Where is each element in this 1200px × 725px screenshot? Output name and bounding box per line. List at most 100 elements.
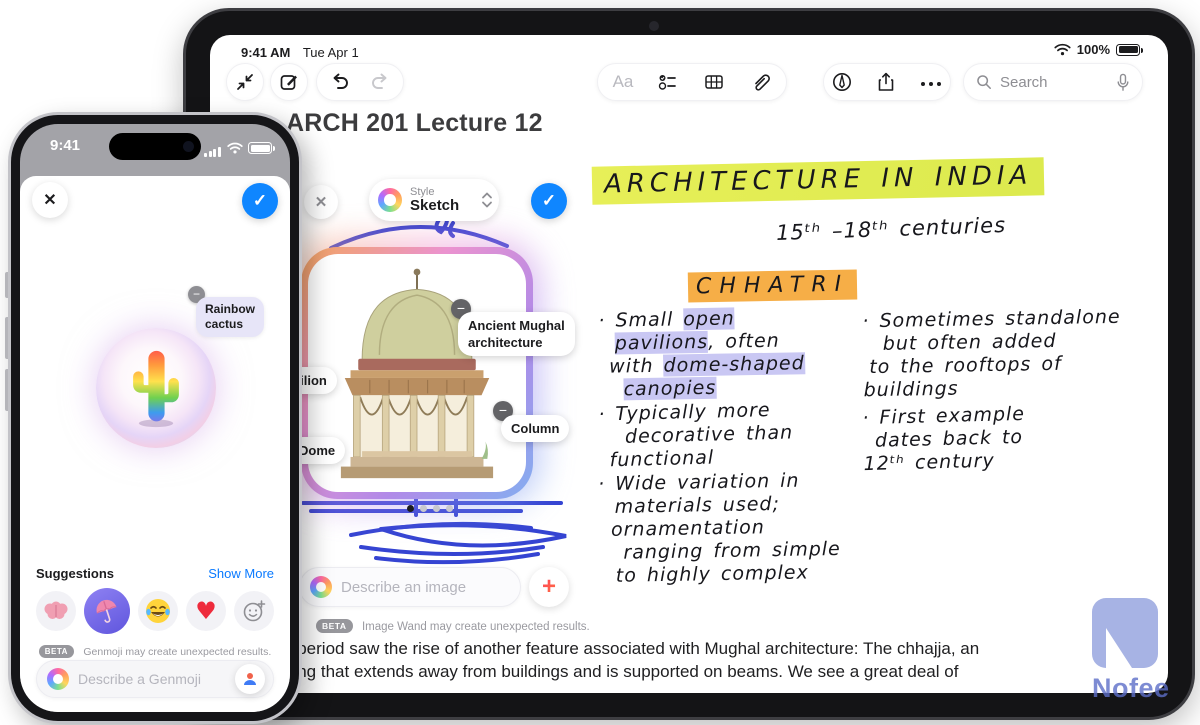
mic-icon[interactable] — [1116, 73, 1130, 92]
tag-subject-line1: Ancient Mughal — [468, 317, 565, 334]
describe-image-input[interactable]: Describe an image — [299, 567, 521, 607]
add-emoji-button[interactable] — [234, 591, 274, 631]
undo-redo-group — [316, 63, 404, 101]
wand-confirm-button[interactable]: ✓ — [531, 183, 567, 219]
tag-subject-line2: architecture — [468, 334, 565, 351]
check-icon: ✓ — [542, 191, 556, 211]
genmoji-beta-note: BETA Genmoji may create unexpected resul… — [20, 642, 290, 660]
describe-genmoji-input[interactable]: Describe a Genmoji — [36, 660, 274, 698]
style-picker[interactable]: Style Sketch — [369, 179, 499, 221]
genmoji-preview-bubble[interactable] — [96, 328, 216, 448]
note-body-line1: s period saw the rise of another feature… — [284, 637, 924, 660]
search-field[interactable]: Search — [963, 63, 1143, 101]
search-placeholder: Search — [1000, 74, 1108, 91]
beta-badge: BETA — [316, 619, 353, 633]
genmoji-sheet: ✕ ✓ — [20, 176, 290, 712]
markup-tools-group — [823, 63, 951, 101]
genmoji-close-button[interactable]: ✕ — [32, 182, 68, 218]
style-swirl-icon — [378, 188, 402, 212]
close-icon: ✕ — [43, 190, 56, 210]
show-more-link[interactable]: Show More — [208, 566, 274, 581]
collapse-note-button[interactable] — [226, 63, 264, 101]
person-genmoji-button[interactable] — [235, 664, 265, 694]
search-icon — [976, 74, 992, 90]
suggestion-laughing[interactable] — [138, 591, 178, 631]
describe-genmoji-placeholder: Describe a Genmoji — [78, 671, 226, 687]
hw-subheading: 15ᵗʰ –18ᵗʰ centuries — [776, 213, 1007, 245]
compose-icon — [278, 71, 300, 93]
suggestion-umbrella[interactable] — [84, 588, 130, 634]
style-label: Style — [410, 186, 459, 198]
share-icon[interactable] — [875, 71, 897, 93]
check-icon: ✓ — [253, 191, 267, 211]
apple-intelligence-icon — [310, 576, 332, 598]
suggestion-brain[interactable] — [36, 591, 76, 631]
ipad-date: Tue Apr 1 — [303, 45, 359, 60]
heart-icon: ♥ — [195, 597, 217, 625]
note-title: ARCH 201 Lecture 12 — [286, 109, 543, 138]
genmoji-tag-line2: cactus — [205, 317, 255, 332]
iphone-status-right — [204, 139, 272, 157]
wand-beta-note: BETA Image Wand may create unexpected re… — [316, 617, 590, 635]
format-tools-group: Aa — [597, 63, 787, 101]
beta-note-text: Image Wand may create unexpected results… — [362, 621, 590, 633]
ipad-clock: 9:41 AM — [241, 45, 290, 60]
undo-icon[interactable] — [329, 71, 351, 93]
volume-down-button — [5, 369, 8, 411]
ipad-status-right: 100% — [1054, 42, 1140, 57]
iphone-device: 9:41 ✕ — [8, 112, 302, 724]
laughing-emoji-icon — [144, 597, 172, 625]
note-body: s period saw the rise of another feature… — [284, 637, 924, 683]
describe-image-placeholder: Describe an image — [341, 579, 512, 596]
action-button — [5, 272, 8, 298]
chhatri-illustration — [312, 262, 522, 492]
brain-icon — [43, 601, 69, 621]
hw-heading: ARCHITECTURE IN INDIA — [592, 160, 1045, 199]
watermark-logo — [1092, 598, 1158, 668]
hw-bullet-3: · Wide variation in materials used; orna… — [598, 469, 841, 588]
page-dots[interactable] — [407, 505, 453, 512]
iphone-bezel: 9:41 ✕ — [11, 115, 299, 721]
genmoji-tag[interactable]: Rainbow cactus — [196, 297, 264, 337]
iphone-screen: 9:41 ✕ — [20, 124, 290, 712]
hw-bullet-5: · First example dates back to 12ᵗʰ centu… — [862, 403, 1026, 476]
ipad-device: 9:41 AM Tue Apr 1 100% — [183, 8, 1195, 720]
wand-close-button[interactable]: ✕ — [304, 185, 338, 219]
tag-subject[interactable]: Ancient Mughal architecture — [458, 312, 575, 356]
ipad-front-camera — [649, 21, 659, 31]
hw-section-title: CHHATRI — [688, 272, 858, 300]
redo-icon[interactable] — [369, 71, 391, 93]
page-dot[interactable] — [420, 505, 427, 512]
collapse-arrows-icon — [234, 71, 256, 93]
table-icon[interactable] — [703, 71, 725, 93]
note-body-line2: ning that extends away from buildings an… — [284, 660, 924, 683]
attachment-icon[interactable] — [749, 71, 771, 93]
suggestions-label: Suggestions — [36, 566, 114, 581]
umbrella-icon — [91, 595, 124, 628]
page-dot[interactable] — [433, 505, 440, 512]
markup-pen-icon[interactable] — [831, 71, 853, 93]
hw-bullet-4: · Sometimes standalone but often added t… — [862, 306, 1122, 402]
hw-bullet-2: · Typically more decorative than functio… — [598, 398, 794, 472]
rainbow-cactus-genmoji — [125, 347, 187, 429]
add-image-button[interactable]: + — [529, 567, 569, 607]
cellular-icon — [204, 139, 222, 157]
genmoji-confirm-button[interactable]: ✓ — [242, 183, 278, 219]
ipad-screen: 9:41 AM Tue Apr 1 100% — [210, 35, 1168, 693]
tag-column[interactable]: Column — [501, 415, 569, 442]
genmoji-tag-line1: Rainbow — [205, 302, 255, 317]
plus-icon: + — [542, 573, 556, 601]
apple-intelligence-icon — [47, 668, 69, 690]
checklist-icon[interactable] — [657, 71, 679, 93]
wifi-icon — [227, 142, 243, 154]
more-options-button[interactable] — [919, 73, 943, 91]
style-value: Sketch — [410, 198, 459, 215]
page-dot[interactable] — [407, 505, 414, 512]
hw-bullet-1: · Small open pavilions, often with dome-… — [598, 306, 805, 402]
text-format-button[interactable]: Aa — [613, 72, 634, 92]
compose-button[interactable] — [270, 63, 308, 101]
add-emoji-icon — [242, 599, 266, 623]
suggestion-heart[interactable]: ♥ — [186, 591, 226, 631]
page-dot[interactable] — [446, 505, 453, 512]
wifi-icon — [1054, 43, 1071, 56]
